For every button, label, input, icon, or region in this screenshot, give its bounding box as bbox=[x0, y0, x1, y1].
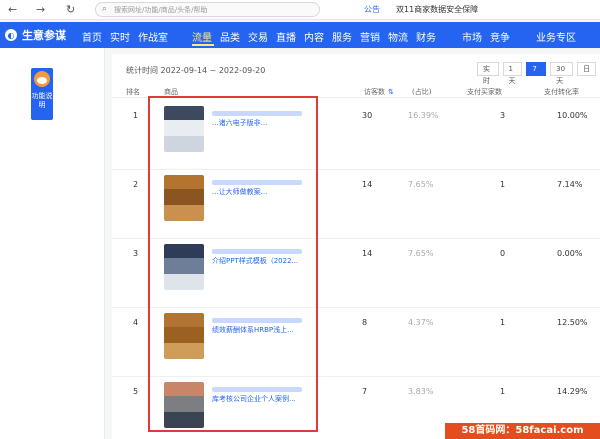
nav-active-indicator bbox=[192, 44, 214, 46]
buyers-cell: 0 bbox=[500, 249, 506, 258]
visitors-cell: 8 bbox=[362, 318, 368, 327]
tab-30day[interactable]: 30天 bbox=[550, 62, 573, 85]
brand[interactable]: ◐ 生意参谋 bbox=[5, 27, 66, 43]
share-cell: 7.65% bbox=[408, 180, 434, 189]
visitors-cell: 14 bbox=[362, 249, 373, 258]
buyers-cell: 1 bbox=[500, 318, 506, 327]
nav-item-finance[interactable]: 财务 bbox=[416, 29, 436, 44]
buyers-cell: 1 bbox=[500, 387, 506, 396]
nav-item-war-room[interactable]: 作战室 bbox=[138, 29, 168, 44]
nav-item-traffic[interactable]: 流量 bbox=[192, 29, 212, 44]
reload-icon[interactable]: ↻ bbox=[66, 3, 75, 16]
share-cell: 4.37% bbox=[408, 318, 434, 327]
nav-item-realtime[interactable]: 实时 bbox=[110, 29, 130, 44]
highlight-frame bbox=[148, 96, 318, 432]
visitors-cell: 7 bbox=[362, 387, 368, 396]
tab-realtime[interactable]: 实时 bbox=[477, 62, 499, 85]
header-visitors[interactable]: 访客数 ⇅ bbox=[364, 87, 394, 97]
tab-7day[interactable]: 7天 bbox=[526, 62, 547, 85]
nav-item-live[interactable]: 直播 bbox=[276, 29, 296, 44]
buyers-cell: 3 bbox=[500, 111, 506, 120]
conversion-cell: 0.00% bbox=[557, 249, 583, 258]
rank-cell: 4 bbox=[133, 318, 139, 327]
conversion-cell: 14.29% bbox=[557, 387, 588, 396]
share-cell: 3.83% bbox=[408, 387, 434, 396]
sort-icon[interactable]: ⇅ bbox=[388, 88, 394, 96]
function-guide-label: 功能说明 bbox=[31, 92, 53, 109]
rank-cell: 2 bbox=[133, 180, 139, 189]
header-buyers: 支付买家数 bbox=[467, 88, 502, 96]
nav-item-marketing[interactable]: 营销 bbox=[360, 29, 380, 44]
visitors-cell: 14 bbox=[362, 180, 373, 189]
share-cell: 7.65% bbox=[408, 249, 434, 258]
nav-item-logistics[interactable]: 物流 bbox=[388, 29, 408, 44]
brand-logo-icon: ◐ bbox=[5, 29, 17, 41]
search-icon: ⌕ bbox=[102, 4, 108, 14]
visitors-cell: 30 bbox=[362, 111, 373, 120]
search-placeholder: 搜索网址/功能/商品/头条/帮助 bbox=[114, 6, 208, 14]
rank-cell: 1 bbox=[133, 111, 139, 120]
nav-item-content[interactable]: 内容 bbox=[304, 29, 324, 44]
nav-item-business-zone[interactable]: 业务专区 bbox=[536, 29, 576, 44]
tab-1day[interactable]: 1天 bbox=[502, 62, 523, 85]
back-arrow-icon[interactable]: ← bbox=[8, 3, 17, 16]
function-guide-button[interactable]: 功能说明 bbox=[31, 68, 53, 120]
browser-toolbar: ← → ↻ ⌕ 搜索网址/功能/商品/头条/帮助 公告 双11商家数据安全保障 bbox=[0, 0, 600, 20]
mascot-icon bbox=[34, 71, 50, 87]
search-input[interactable]: ⌕ 搜索网址/功能/商品/头条/帮助 bbox=[95, 2, 320, 17]
announcement-text[interactable]: 双11商家数据安全保障 bbox=[396, 4, 478, 15]
header-share: (占比) bbox=[412, 88, 432, 96]
header-rank: 排名 bbox=[126, 88, 140, 96]
share-cell: 16.39% bbox=[408, 111, 439, 120]
nav-item-service[interactable]: 服务 bbox=[332, 29, 352, 44]
header-conversion: 支付转化率 bbox=[544, 88, 579, 96]
site-watermark: 58首码网：58facai.com bbox=[445, 423, 600, 439]
announcement-link[interactable]: 公告 bbox=[364, 4, 380, 15]
main-nav: ◐ 生意参谋 首页 实时 作战室 流量 品类 交易 直播 内容 服务 营销 物流… bbox=[0, 22, 600, 48]
nav-item-competition[interactable]: 竞争 bbox=[490, 29, 510, 44]
conversion-cell: 10.00% bbox=[557, 111, 588, 120]
forward-arrow-icon[interactable]: → bbox=[36, 3, 45, 16]
stat-period: 统计时间 2022-09-14 ~ 2022-09-20 bbox=[126, 66, 266, 75]
brand-name: 生意参谋 bbox=[22, 29, 66, 42]
nav-item-trade[interactable]: 交易 bbox=[248, 29, 268, 44]
nav-item-market[interactable]: 市场 bbox=[462, 29, 482, 44]
conversion-cell: 12.50% bbox=[557, 318, 588, 327]
tab-day[interactable]: 日 bbox=[577, 62, 596, 76]
buyers-cell: 1 bbox=[500, 180, 506, 189]
period-tabs: 实时 1天 7天 30天 日 bbox=[477, 62, 600, 85]
nav-item-home[interactable]: 首页 bbox=[82, 29, 102, 44]
rank-cell: 3 bbox=[133, 249, 139, 258]
conversion-cell: 7.14% bbox=[557, 180, 583, 189]
rank-cell: 5 bbox=[133, 387, 139, 396]
nav-item-category[interactable]: 品类 bbox=[220, 29, 240, 44]
sidebar: 功能说明 bbox=[0, 48, 105, 439]
